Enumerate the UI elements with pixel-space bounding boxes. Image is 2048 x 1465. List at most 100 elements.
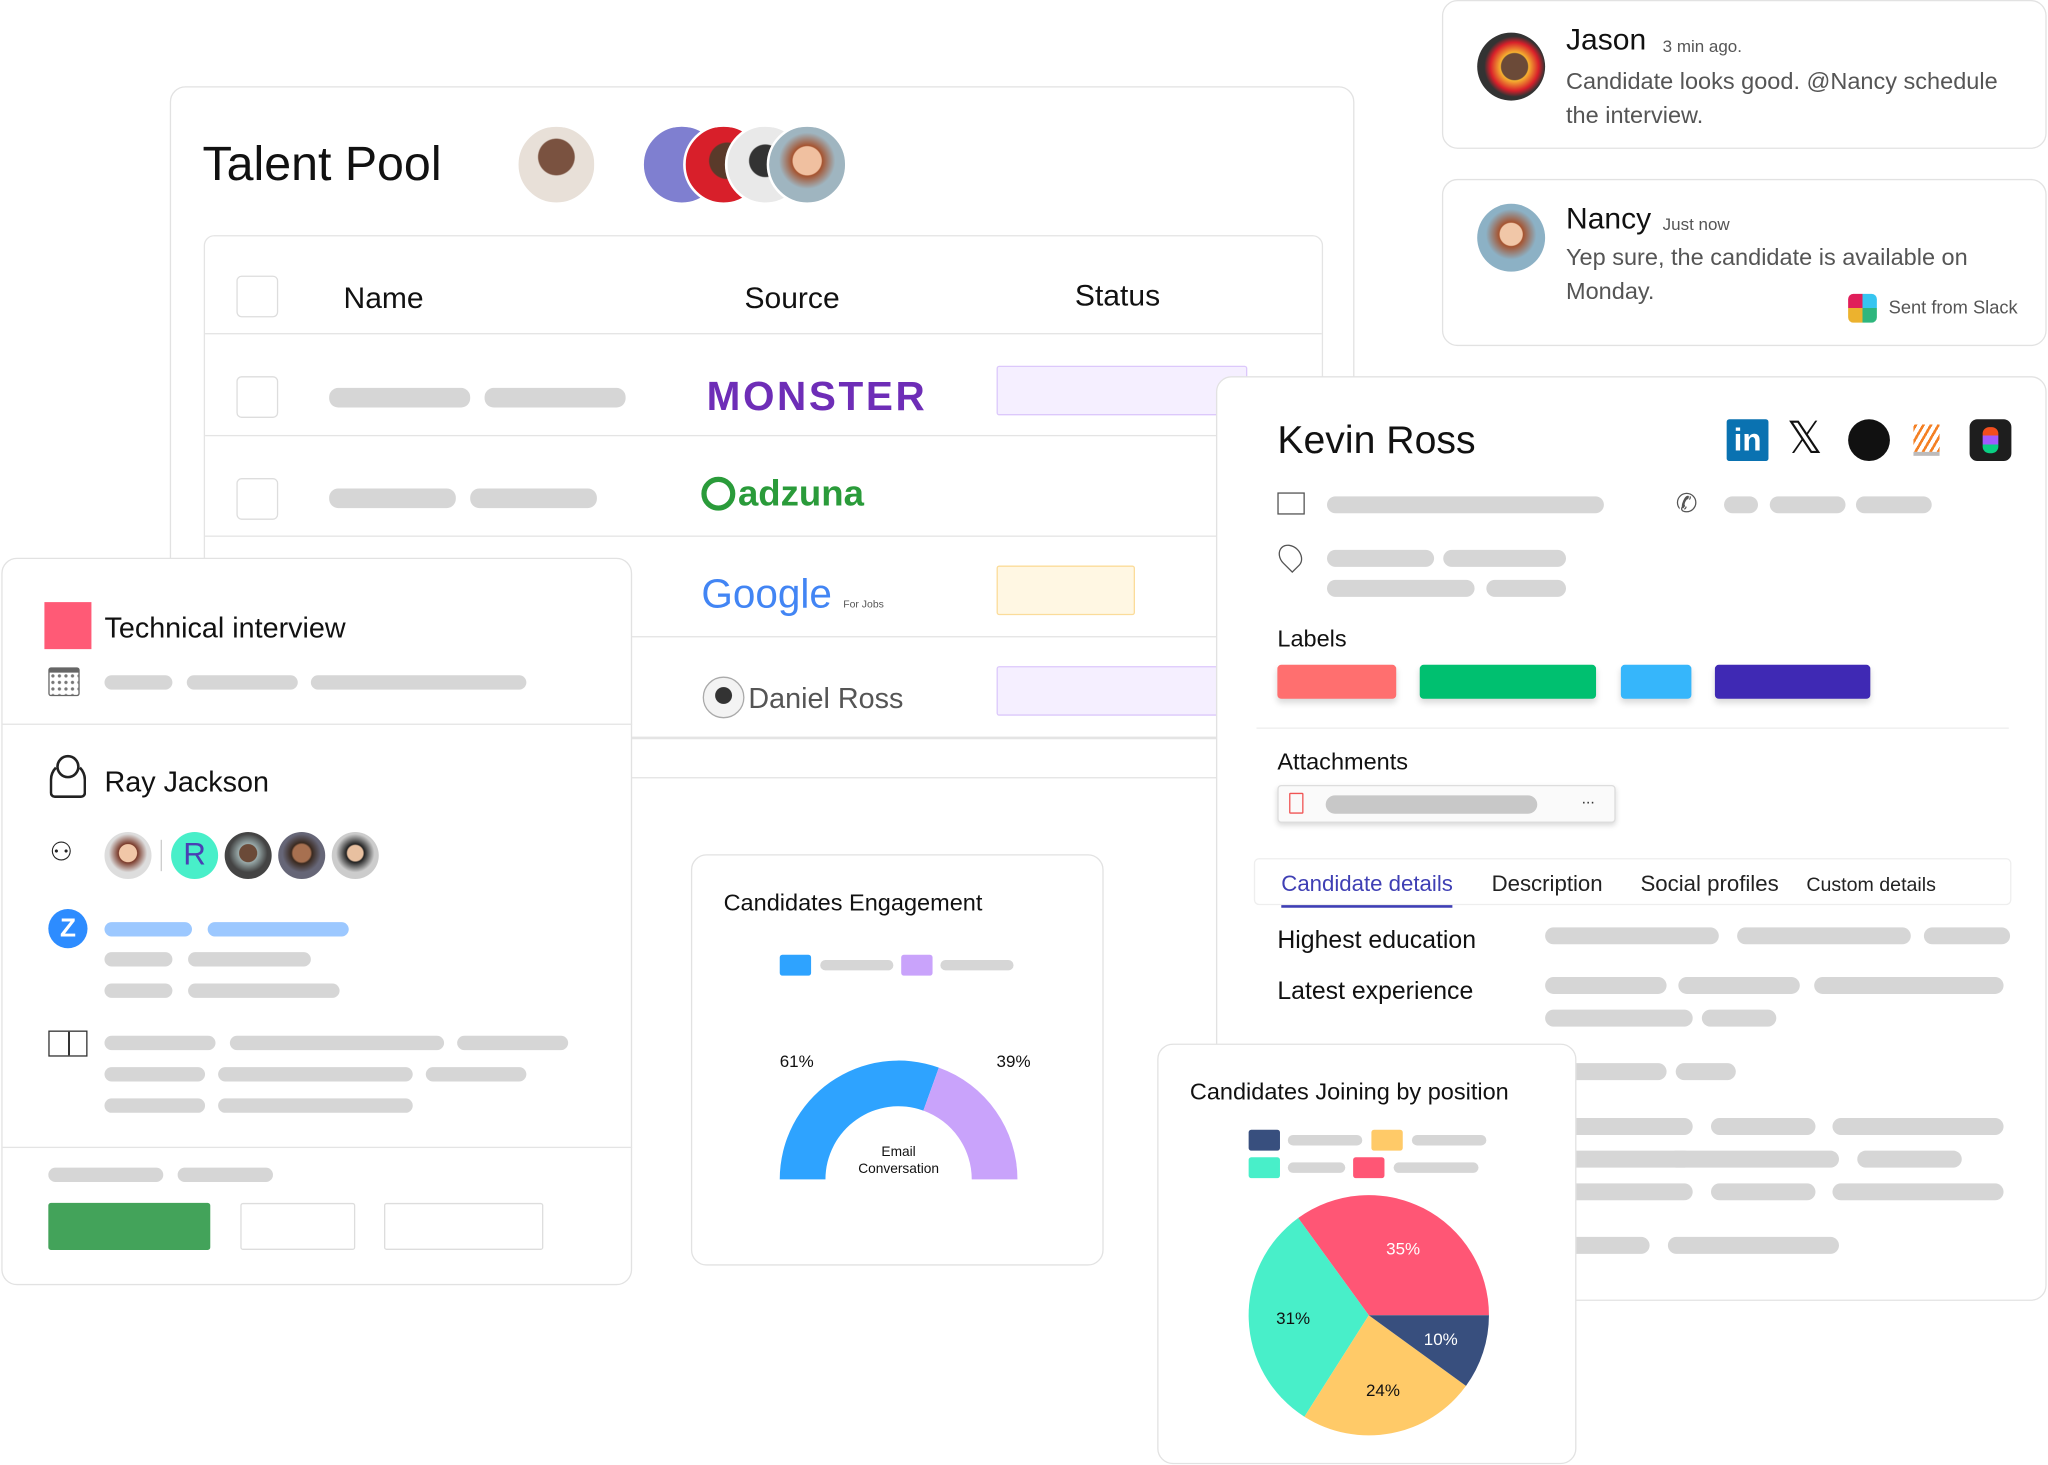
interviewers-icon: ⚇ [49, 838, 74, 868]
interviewer-avatar[interactable] [224, 831, 272, 880]
phone-placeholder [1724, 496, 1759, 514]
field-label-experience: Latest experience [1277, 978, 1474, 1006]
phone-placeholder [1855, 496, 1932, 514]
secondary-action-button[interactable] [240, 1202, 356, 1250]
table-row[interactable]: adzuna [205, 434, 1322, 536]
message-text: Candidate looks good. @Nancy schedule th… [1566, 67, 1998, 128]
notes-book-icon [48, 1030, 88, 1057]
column-header-name[interactable]: Name [344, 281, 424, 316]
primary-action-button[interactable] [48, 1202, 211, 1250]
referrer-avatar [702, 676, 745, 719]
joining-chart-card: Candidates Joining by position 35% 31% 24%… [1157, 1043, 1577, 1465]
zoom-icon: Z [48, 909, 88, 949]
chat-message: Jason 3 min ago. Candidate looks good. @… [1441, 0, 2047, 149]
pie-chart: 35% 31% 24% 10% [1248, 1195, 1489, 1436]
select-all-checkbox[interactable] [236, 275, 279, 318]
more-options-button[interactable]: ... [1582, 789, 1595, 807]
label-chip[interactable] [1620, 664, 1692, 699]
notes-placeholder [104, 1098, 206, 1113]
candidate-name: Ray Jackson [104, 765, 269, 799]
slice-label: 10% [1424, 1330, 1458, 1349]
email-icon [1277, 492, 1305, 515]
interviewer-avatar[interactable] [104, 831, 152, 880]
stackoverflow-icon[interactable] [1913, 424, 1940, 456]
x-icon[interactable]: 𝕏 [1787, 414, 1823, 464]
placeholder-bar [177, 1167, 273, 1183]
row-checkbox[interactable] [236, 478, 279, 520]
engagement-chart-card: Candidates Engagement 61% 39% Email Conv… [690, 854, 1104, 1266]
interviewer-avatar[interactable]: R [171, 831, 219, 880]
user-icon-head [56, 754, 80, 779]
notes-placeholder [218, 1067, 413, 1082]
adzuna-logo: adzuna [701, 473, 864, 515]
pdf-icon [1289, 792, 1304, 814]
placeholder-bar [329, 488, 456, 509]
profile-tabs: Candidate details Description Social pro… [1253, 858, 2012, 908]
tab-candidate-details[interactable]: Candidate details [1281, 871, 1453, 908]
nancy-avatar [1477, 203, 1546, 272]
label-chip[interactable] [1419, 664, 1597, 699]
notes-placeholder [218, 1098, 413, 1113]
slice-label: 24% [1366, 1381, 1400, 1400]
value-placeholder [1710, 1118, 1816, 1136]
tertiary-action-button[interactable] [383, 1202, 544, 1250]
github-icon[interactable] [1848, 419, 1890, 462]
phone-placeholder [1769, 496, 1846, 514]
linkedin-icon[interactable]: in [1726, 419, 1769, 462]
event-color-marker [44, 602, 92, 650]
filename-placeholder [1325, 795, 1538, 814]
label-chip[interactable] [1714, 664, 1871, 699]
table-row[interactable]: MONSTER [205, 333, 1322, 435]
sender-name: Jason [1566, 22, 1647, 57]
tab-description[interactable]: Description [1492, 871, 1603, 897]
center-label: Email Conversation [858, 1144, 940, 1177]
divider [2, 1146, 633, 1149]
value-placeholder [1545, 1009, 1693, 1027]
figma-icon[interactable] [1969, 419, 2012, 462]
location-icon [1273, 539, 1308, 574]
attachment-item[interactable]: ... [1277, 784, 1616, 823]
address-placeholder [1326, 549, 1435, 567]
page-title: Talent Pool [202, 137, 442, 191]
address-placeholder [1443, 549, 1567, 567]
notes-placeholder [104, 1035, 216, 1051]
value-placeholder [1667, 1236, 1839, 1254]
candidate-name: Kevin Ross [1277, 419, 1476, 463]
event-title: Technical interview [104, 611, 346, 644]
status-badge[interactable] [996, 365, 1248, 416]
avatar[interactable] [515, 124, 597, 206]
placeholder-bar [104, 983, 173, 998]
value-placeholder [1737, 927, 1911, 945]
avatar-initial: R [183, 837, 206, 873]
value-placeholder [1814, 976, 2004, 994]
google-text: Google [701, 570, 832, 617]
message-time: Just now [1662, 214, 1730, 234]
message-time: 3 min ago. [1662, 36, 1742, 57]
status-badge[interactable] [996, 565, 1136, 616]
status-badge[interactable] [996, 666, 1248, 716]
divider [1256, 727, 2009, 729]
value-placeholder [1545, 927, 1719, 945]
value-placeholder [1923, 927, 2011, 945]
semi-donut-chart [779, 1060, 1018, 1180]
date-placeholder [186, 675, 298, 690]
placeholder-bar [188, 983, 340, 998]
notes-placeholder [457, 1035, 569, 1051]
sender-name: Nancy [1566, 201, 1652, 236]
chat-message: Nancy Just now Yep sure, the candidate i… [1441, 178, 2047, 347]
notes-placeholder [229, 1035, 445, 1051]
row-checkbox[interactable] [236, 376, 279, 418]
column-header-source[interactable]: Source [744, 281, 839, 316]
interviewer-avatar[interactable] [331, 831, 379, 880]
placeholder-bar [48, 1167, 164, 1183]
date-placeholder [310, 675, 527, 690]
label-chip[interactable] [1277, 664, 1397, 699]
interviewer-avatar[interactable] [278, 831, 326, 880]
tab-social-profiles[interactable]: Social profiles [1640, 871, 1778, 897]
calendar-icon [48, 667, 80, 697]
tab-custom-details[interactable]: Custom details [1806, 874, 1936, 896]
value-placeholder [1832, 1118, 2004, 1136]
value-placeholder [1667, 1150, 1839, 1168]
avatar[interactable] [766, 124, 848, 206]
column-header-status[interactable]: Status [1075, 278, 1160, 313]
